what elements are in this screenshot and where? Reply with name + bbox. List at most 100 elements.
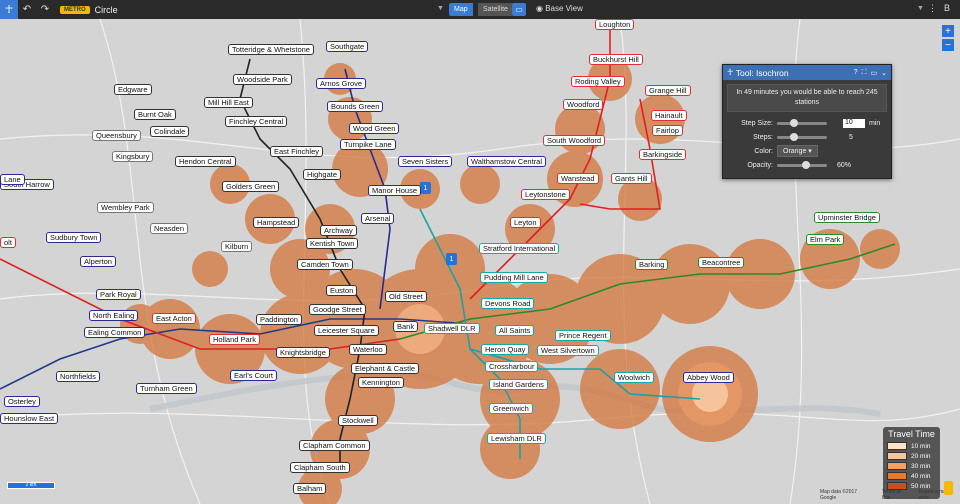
station-label[interactable]: Highgate: [303, 169, 342, 180]
station-label[interactable]: Leytonstone: [521, 189, 570, 200]
more-icon[interactable]: ⋮: [928, 3, 937, 14]
station-label[interactable]: East Finchley: [270, 146, 324, 157]
station-label[interactable]: Arnos Grove: [316, 78, 367, 89]
help-icon[interactable]: ?: [854, 69, 858, 77]
station-label[interactable]: Turnpike Lane: [340, 139, 396, 150]
station-label[interactable]: Holland Park: [209, 334, 260, 345]
station-label[interactable]: Burnt Oak: [134, 109, 176, 120]
station-label[interactable]: Arsenal: [361, 213, 395, 224]
station-label[interactable]: Greenwich: [489, 403, 533, 414]
station-label[interactable]: Beacontree: [698, 257, 745, 268]
station-label[interactable]: Hainault: [651, 110, 687, 121]
line-name-select[interactable]: Circle: [95, 5, 118, 15]
station-label[interactable]: Loughton: [595, 19, 635, 30]
station-label[interactable]: Prince Regent: [555, 330, 611, 341]
undo-icon[interactable]: ↶: [18, 0, 36, 19]
map-marker[interactable]: 1: [446, 253, 457, 265]
chevron-down-icon[interactable]: ▼: [917, 5, 924, 12]
station-label[interactable]: Stratford International: [479, 243, 560, 254]
station-label[interactable]: All Saints: [495, 325, 535, 336]
station-label[interactable]: Edgware: [114, 84, 152, 95]
station-label[interactable]: Upminster Bridge: [814, 212, 880, 223]
station-label[interactable]: Pudding Mill Lane: [480, 272, 548, 283]
station-label[interactable]: Balham: [293, 483, 327, 494]
color-select[interactable]: Orange ▾: [777, 145, 818, 157]
station-label[interactable]: Wood Green: [349, 123, 400, 134]
station-label[interactable]: Crossharbour: [485, 361, 539, 372]
station-label[interactable]: Finchley Central: [225, 116, 288, 127]
zoom-in-button[interactable]: +: [942, 25, 954, 37]
zoom-out-button[interactable]: −: [942, 39, 954, 51]
station-label[interactable]: Woodside Park: [233, 74, 292, 85]
station-label[interactable]: Barkingside: [639, 149, 687, 160]
station-label[interactable]: Lane: [0, 174, 25, 185]
station-label[interactable]: Waterloo: [349, 344, 387, 355]
station-label[interactable]: Lewisham DLR: [487, 433, 546, 444]
base-view-select[interactable]: ◉ Base View: [536, 4, 583, 13]
station-label[interactable]: Kennington: [358, 377, 404, 388]
station-label[interactable]: Mill Hill East: [204, 97, 253, 108]
station-label[interactable]: Heron Quay: [481, 344, 530, 355]
station-label[interactable]: Old Street: [385, 291, 427, 302]
station-label[interactable]: Earl's Court: [230, 370, 277, 381]
station-label[interactable]: Totteridge & Whetstone: [228, 44, 314, 55]
station-label[interactable]: Alperton: [80, 256, 116, 267]
station-label[interactable]: Devons Road: [481, 298, 535, 309]
station-label[interactable]: Leicester Square: [314, 325, 379, 336]
station-label[interactable]: Seven Sisters: [398, 156, 453, 167]
station-label[interactable]: Shadwell DLR: [424, 323, 480, 334]
station-label[interactable]: Wanstead: [557, 173, 599, 184]
folder-icon[interactable]: ▭: [871, 69, 878, 77]
station-label[interactable]: Turnham Green: [136, 383, 197, 394]
station-label[interactable]: Gants Hill: [611, 173, 652, 184]
station-label[interactable]: Archway: [320, 225, 357, 236]
station-label[interactable]: Grange Hill: [645, 85, 691, 96]
person-icon[interactable]: ☥: [0, 0, 18, 19]
map-canvas[interactable]: 1 1 Loughton Buckhurst Hill Roding Valley G…: [0, 19, 960, 504]
station-label[interactable]: Elephant & Castle: [351, 363, 420, 374]
station-label[interactable]: South Woodford: [543, 135, 606, 146]
station-label[interactable]: Ealing Common: [84, 327, 146, 338]
station-label[interactable]: Kilburn: [221, 241, 253, 252]
station-label[interactable]: Woolwich: [614, 372, 654, 383]
station-label[interactable]: Roding Valley: [571, 76, 625, 87]
redo-icon[interactable]: ↷: [36, 0, 54, 19]
street-view-pegman-icon[interactable]: [944, 481, 953, 495]
station-label[interactable]: Golders Green: [222, 181, 280, 192]
station-label[interactable]: Island Gardens: [489, 379, 548, 390]
station-label[interactable]: Osterley: [4, 396, 40, 407]
station-label[interactable]: East Acton: [152, 313, 196, 324]
monitor-icon[interactable]: ▭: [512, 3, 526, 16]
station-label[interactable]: Queensbury: [92, 130, 141, 141]
station-label[interactable]: West Silvertown: [537, 345, 599, 356]
station-label[interactable]: Fairlop: [652, 125, 683, 136]
station-label[interactable]: Camden Town: [297, 259, 353, 270]
bookmark-icon[interactable]: B: [944, 3, 956, 16]
station-label[interactable]: Walthamstow Central: [467, 156, 546, 167]
station-label[interactable]: Bounds Green: [327, 101, 384, 112]
station-label[interactable]: Hendon Central: [175, 156, 236, 167]
station-label[interactable]: Neasden: [150, 223, 189, 234]
station-label[interactable]: olt: [0, 237, 16, 248]
station-label[interactable]: North Ealing: [89, 310, 139, 321]
station-label[interactable]: Hampstead: [253, 217, 300, 228]
station-label[interactable]: Buckhurst Hill: [589, 54, 643, 65]
station-label[interactable]: Stockwell: [338, 415, 378, 426]
step-size-slider[interactable]: [777, 118, 827, 127]
station-label[interactable]: Hounslow East: [0, 413, 59, 424]
station-label[interactable]: Colindale: [150, 126, 190, 137]
station-label[interactable]: Southgate: [326, 41, 369, 52]
station-label[interactable]: Northfields: [56, 371, 100, 382]
station-label[interactable]: Kingsbury: [112, 151, 154, 162]
station-label[interactable]: Sudbury Town: [46, 232, 102, 243]
terms-link[interactable]: Terms of Use: [882, 489, 911, 501]
station-label[interactable]: Bank: [393, 321, 419, 332]
station-label[interactable]: Leyton: [510, 217, 541, 228]
opacity-slider[interactable]: [777, 160, 827, 169]
chevron-down-icon[interactable]: ⌄: [881, 69, 887, 77]
station-label[interactable]: Kentish Town: [306, 238, 359, 249]
station-label[interactable]: Clapham South: [290, 462, 350, 473]
map-marker[interactable]: 1: [420, 182, 431, 194]
station-label[interactable]: Park Royal: [96, 289, 141, 300]
station-label[interactable]: Wembley Park: [97, 202, 154, 213]
